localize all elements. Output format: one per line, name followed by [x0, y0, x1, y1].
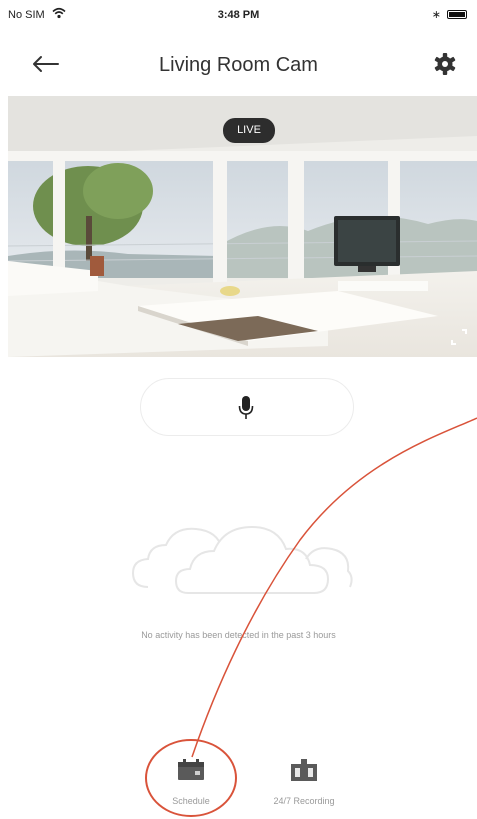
fullscreen-button[interactable] [449, 327, 469, 347]
live-video-feed[interactable]: LIVE [8, 96, 477, 357]
battery-icon [447, 10, 467, 19]
settings-button[interactable] [431, 50, 459, 78]
tab-schedule[interactable]: Schedule [131, 752, 251, 812]
tab-recording-label: 24/7 Recording [273, 796, 335, 806]
bluetooth-icon: ∗ [431, 9, 441, 21]
microphone-icon [238, 396, 254, 419]
tab-recording[interactable]: 24/7 Recording [244, 752, 364, 812]
fullscreen-icon [451, 329, 467, 345]
status-bar: No SIM 3:48 PM ∗ [0, 0, 477, 34]
empty-state-message: No activity has been detected in the pas… [141, 630, 336, 640]
calendar-icon [178, 759, 204, 780]
tab-schedule-label: Schedule [172, 796, 210, 806]
live-badge: LIVE [223, 118, 275, 143]
page-title: Living Room Cam [159, 54, 318, 76]
nav-bar: Living Room Cam [0, 34, 477, 94]
talk-button[interactable] [140, 378, 354, 436]
gear-icon [434, 53, 456, 75]
recording-icon [291, 759, 317, 781]
cloud-icon [131, 525, 353, 594]
clock: 3:48 PM [217, 9, 260, 21]
